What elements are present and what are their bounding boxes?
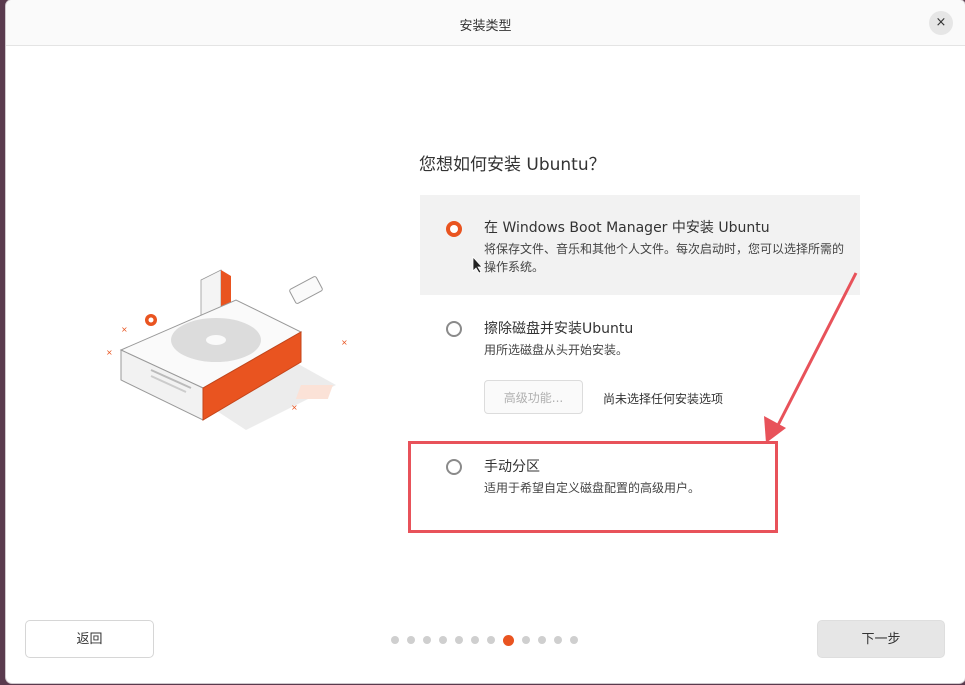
back-button[interactable]: 返回 xyxy=(25,620,154,658)
svg-text:×: × xyxy=(291,403,298,412)
disk-illustration: × × × × xyxy=(106,269,348,430)
page-dot xyxy=(487,636,495,644)
option-title: 擦除磁盘并安装Ubuntu xyxy=(484,321,634,337)
page-dot-active xyxy=(503,634,514,646)
page-dot xyxy=(391,636,399,644)
mouse-cursor-icon xyxy=(472,256,483,274)
svg-text:×: × xyxy=(121,325,128,334)
page-dot xyxy=(538,636,546,644)
page-dot xyxy=(407,636,415,644)
advanced-status-text: 尚未选择任何安装选项 xyxy=(603,392,724,406)
title-bar: 安装类型 × xyxy=(6,0,965,46)
option-title: 在 Windows Boot Manager 中安装 Ubuntu xyxy=(484,220,770,236)
page-dot xyxy=(439,636,447,644)
page-indicator xyxy=(391,634,578,646)
installer-window: 安装类型 × × × × × 您想如何安装 Ubuntu？ 在 Windows … xyxy=(6,0,965,683)
advanced-features-button[interactable]: 高级功能... xyxy=(484,380,583,414)
annotation-highlight-box xyxy=(408,441,778,533)
page-dot xyxy=(522,636,530,644)
install-question: 您想如何安装 Ubuntu？ xyxy=(419,155,606,175)
radio-button[interactable] xyxy=(446,221,462,237)
page-dot xyxy=(471,636,479,644)
close-icon: × xyxy=(935,15,947,30)
page-dot xyxy=(455,636,463,644)
page-dot xyxy=(570,636,578,644)
window-title: 安装类型 xyxy=(459,19,512,34)
annotation-arrow-icon xyxy=(764,272,858,443)
radio-button[interactable] xyxy=(446,321,462,337)
svg-text:×: × xyxy=(341,338,348,347)
next-button[interactable]: 下一步 xyxy=(817,620,945,658)
svg-text:×: × xyxy=(106,348,113,357)
page-dot xyxy=(423,636,431,644)
page-dot xyxy=(554,636,562,644)
close-button[interactable]: × xyxy=(929,11,953,35)
